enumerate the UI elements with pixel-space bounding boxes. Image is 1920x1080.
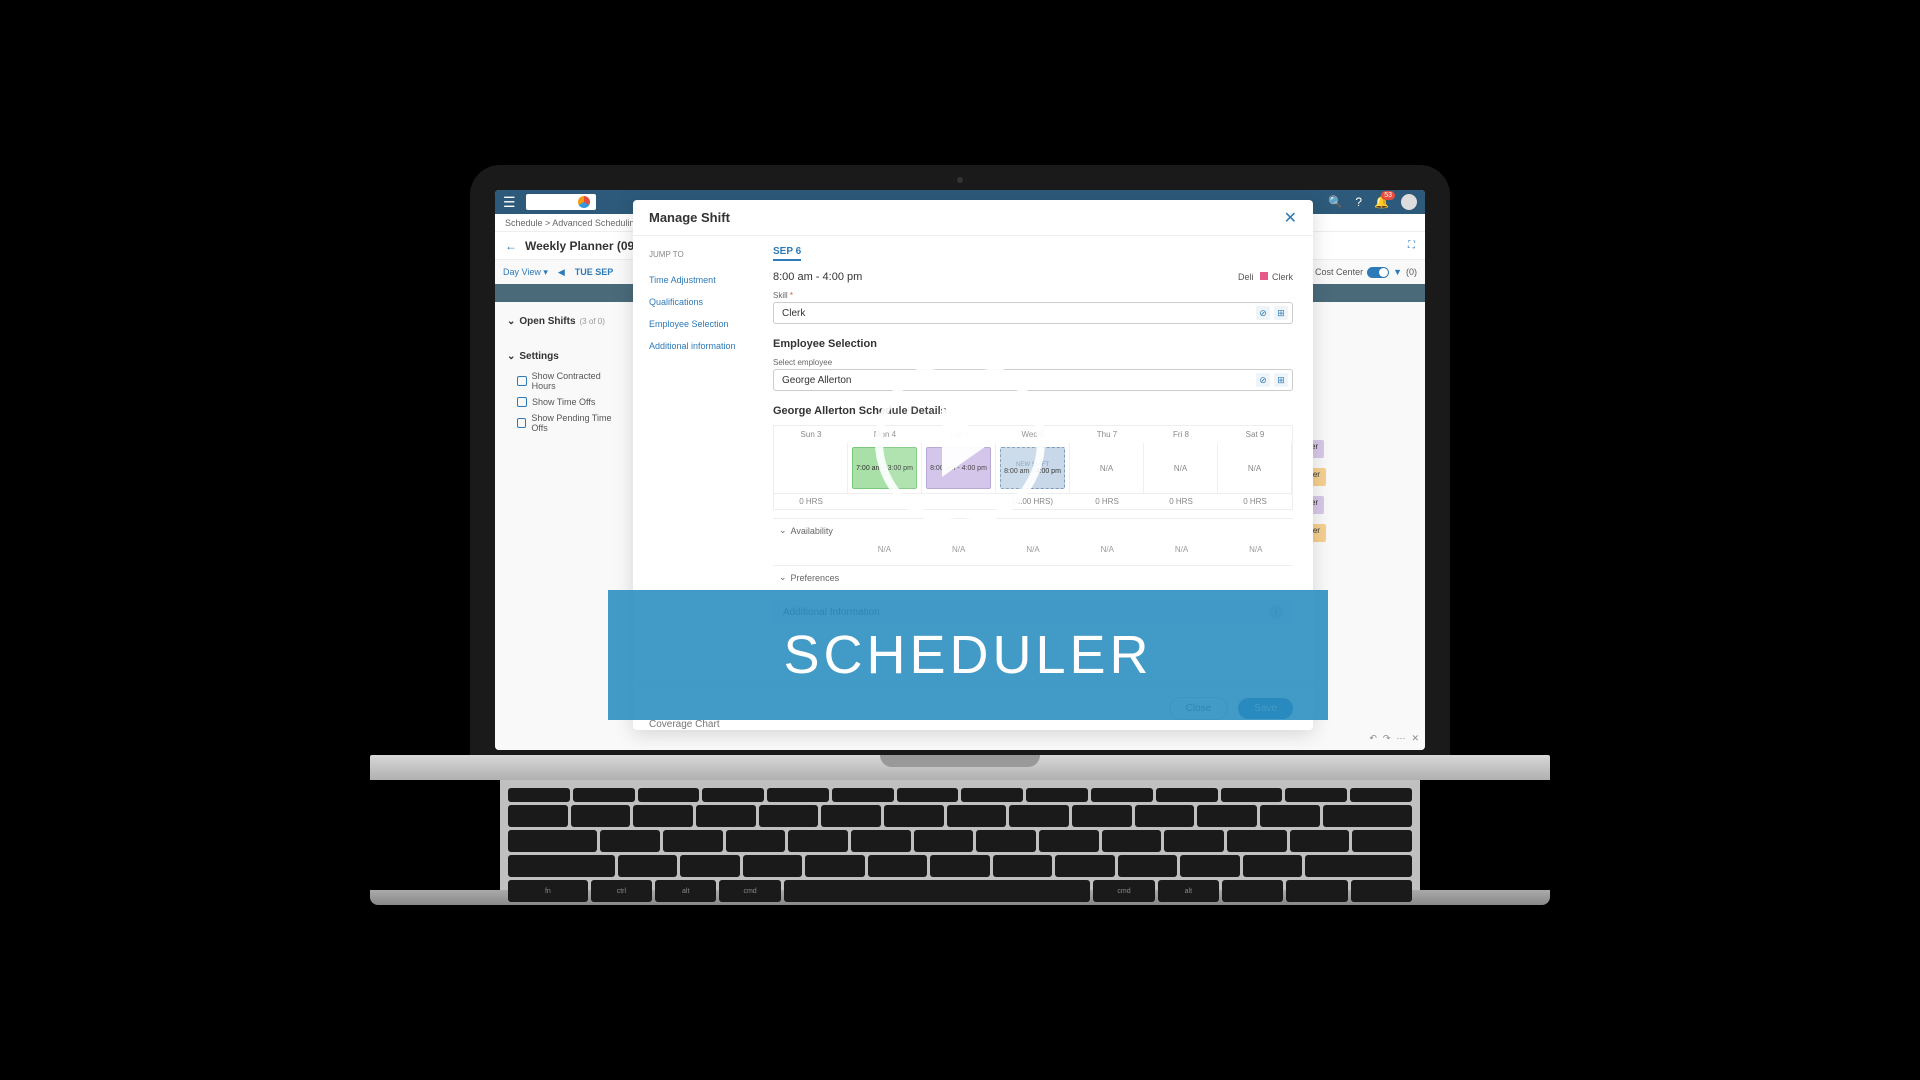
avatar[interactable]: [1401, 194, 1417, 210]
tool-icon[interactable]: ↷: [1383, 733, 1391, 744]
chevron-down-icon: ⌄: [507, 351, 515, 362]
day-cell[interactable]: [774, 443, 848, 493]
show-contracted-checkbox[interactable]: Show Contracted Hours: [503, 368, 627, 394]
nav-heading: JUMP TO: [649, 250, 747, 259]
expand-icon[interactable]: ⛶: [1408, 240, 1415, 251]
play-icon: [942, 407, 992, 477]
laptop-base: fnctrlaltcmdcmdalt: [370, 755, 1550, 905]
menu-icon[interactable]: ☰: [503, 194, 516, 211]
filter-icon[interactable]: ▼: [1393, 267, 1402, 277]
back-icon[interactable]: ←: [505, 239, 517, 253]
prev-day-icon[interactable]: ◀: [558, 267, 565, 278]
shift-time-range: 8:00 am - 4:00 pm: [773, 271, 862, 283]
employee-section-title: Employee Selection: [773, 338, 1293, 350]
nav-employee-selection[interactable]: Employee Selection: [649, 313, 747, 335]
date-display[interactable]: TUE SEP: [575, 267, 614, 277]
nav-additional-info[interactable]: Additional information: [649, 335, 747, 357]
video-banner: SCHEDULER: [608, 590, 1328, 720]
availability-accordion[interactable]: ⌄Availability: [773, 518, 1293, 542]
laptop-camera: [957, 177, 963, 183]
filter-count: (0): [1406, 267, 1417, 277]
play-button[interactable]: [875, 357, 1045, 527]
day-cell[interactable]: N/A: [1218, 443, 1292, 493]
settings-accordion[interactable]: ⌄ Settings: [503, 345, 627, 368]
show-timeoffs-checkbox[interactable]: Show Time Offs: [503, 394, 627, 410]
modal-title: Manage Shift: [649, 210, 730, 225]
show-pending-checkbox[interactable]: Show Pending Time Offs: [503, 410, 627, 436]
lookup-icon[interactable]: ⊞: [1274, 373, 1288, 387]
left-sidebar: ⌄ Open Shifts (3 of 0) ⌄ Settings Show C…: [495, 302, 635, 444]
group-toggle[interactable]: [1367, 267, 1389, 278]
chevron-down-icon: ⌄: [779, 572, 787, 583]
close-icon[interactable]: ✕: [1284, 208, 1297, 228]
help-icon[interactable]: ?: [1355, 195, 1362, 209]
app-logo[interactable]: [526, 194, 596, 210]
coverage-chart-label[interactable]: Coverage Chart: [649, 719, 720, 730]
skill-input[interactable]: Clerk ⊘⊞: [773, 302, 1293, 324]
bell-icon[interactable]: 🔔53: [1374, 195, 1389, 209]
open-shifts-accordion[interactable]: ⌄ Open Shifts (3 of 0): [503, 310, 627, 333]
tool-icon[interactable]: ↶: [1369, 733, 1377, 744]
role-color-icon: [1260, 272, 1268, 280]
chevron-down-icon: ⌄: [507, 316, 515, 327]
day-cell[interactable]: N/A: [1070, 443, 1144, 493]
clear-icon[interactable]: ⊘: [1256, 306, 1270, 320]
nav-time-adjustment[interactable]: Time Adjustment: [649, 269, 747, 291]
employee-input[interactable]: George Allerton ⊘⊞: [773, 369, 1293, 391]
day-cell[interactable]: N/A: [1144, 443, 1218, 493]
chevron-down-icon: ⌄: [779, 525, 787, 536]
bottom-toolbar: ↶ ↷ ⋯ ✕: [1369, 733, 1419, 744]
preferences-accordion[interactable]: ⌄Preferences: [773, 565, 1293, 589]
nav-qualifications[interactable]: Qualifications: [649, 291, 747, 313]
lookup-icon[interactable]: ⊞: [1274, 306, 1288, 320]
banner-title: SCHEDULER: [783, 624, 1152, 686]
tool-icon[interactable]: ⋯: [1396, 733, 1405, 744]
search-icon[interactable]: 🔍: [1328, 195, 1343, 209]
close-icon[interactable]: ✕: [1411, 733, 1419, 744]
notification-badge: 53: [1381, 191, 1395, 200]
day-view-dropdown[interactable]: Day View ▾: [503, 267, 548, 278]
date-tab[interactable]: SEP 6: [773, 246, 801, 261]
clear-icon[interactable]: ⊘: [1256, 373, 1270, 387]
